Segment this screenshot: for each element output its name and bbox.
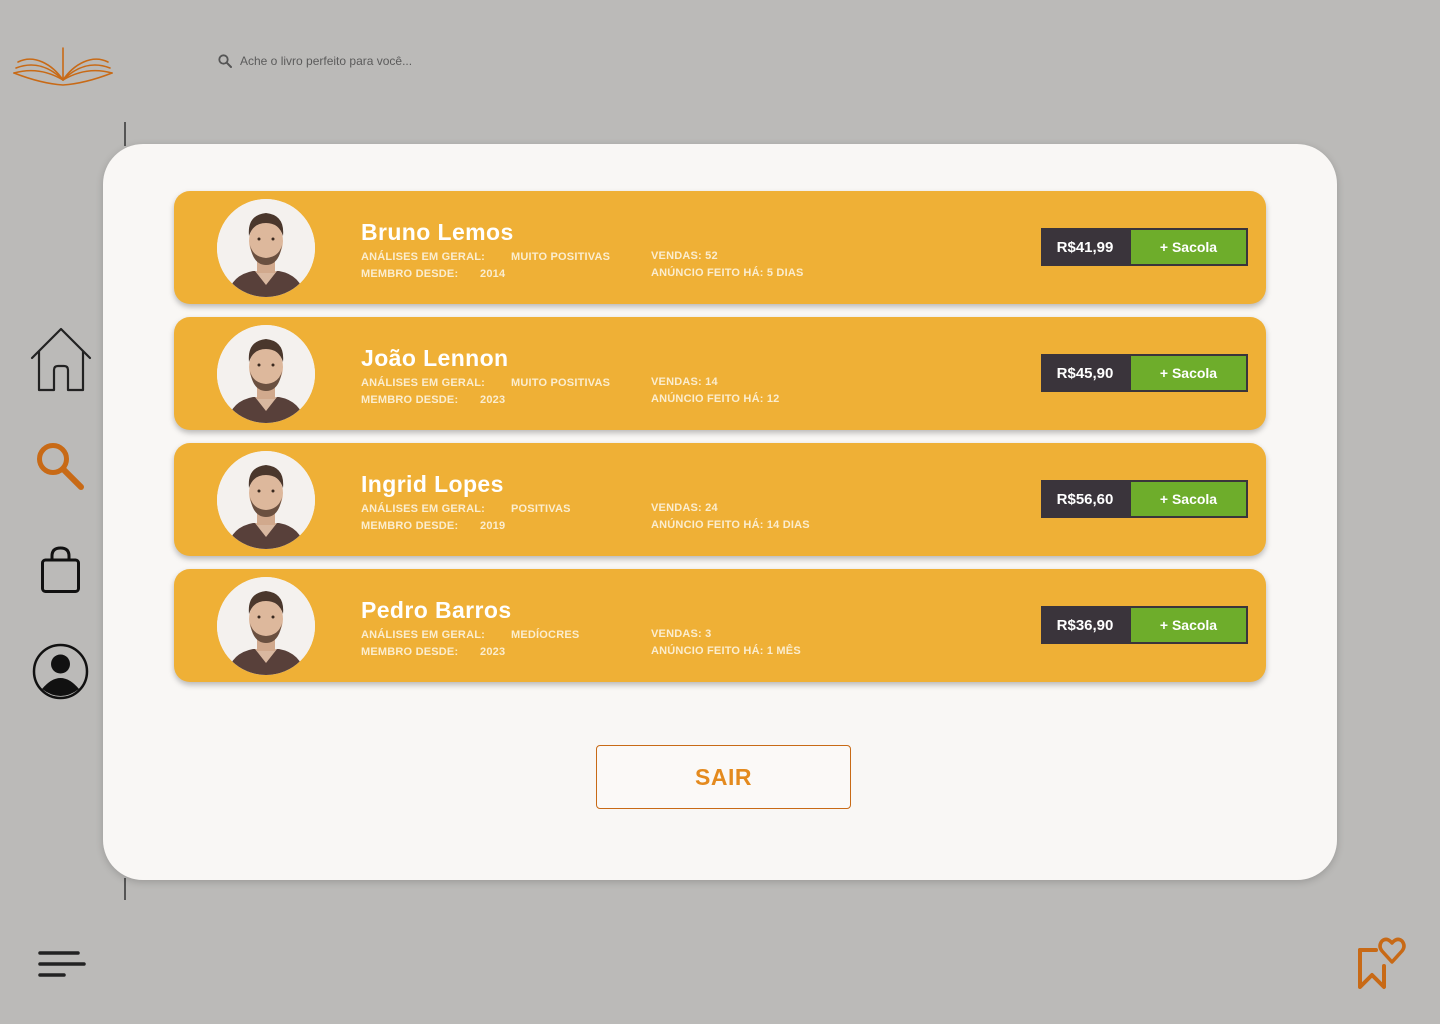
shopping-bag-icon[interactable] bbox=[41, 546, 80, 593]
sales-info: VENDAS: 3 bbox=[651, 628, 712, 640]
member-since-label: MEMBRO DESDE: bbox=[361, 394, 459, 406]
sales-label: VENDAS: bbox=[651, 628, 702, 640]
sellers-panel: Bruno Lemos ANÁLISES EM GERAL: MUITO POS… bbox=[103, 144, 1337, 880]
seller-name: Ingrid Lopes bbox=[361, 471, 504, 497]
price-box: R$36,90 + Sacola bbox=[1041, 606, 1248, 644]
reviews-value: POSITIVAS bbox=[511, 503, 571, 515]
sales-value: 52 bbox=[705, 250, 718, 262]
member-since-value: 2014 bbox=[480, 268, 506, 280]
sales-info: VENDAS: 14 bbox=[651, 376, 718, 388]
search-bar bbox=[218, 53, 542, 69]
seller-card: Pedro Barros ANÁLISES EM GERAL: MEDÍOCRE… bbox=[174, 569, 1266, 682]
member-since-label: MEMBRO DESDE: bbox=[361, 268, 459, 280]
search-icon[interactable] bbox=[35, 441, 85, 491]
ad-age-value: 14 DIAS bbox=[766, 519, 810, 531]
search-input[interactable] bbox=[238, 53, 542, 69]
bookmark-heart-icon[interactable] bbox=[1356, 936, 1408, 990]
add-to-bag-button[interactable]: + Sacola bbox=[1131, 608, 1246, 642]
reviews-label: ANÁLISES EM GERAL: bbox=[361, 377, 485, 389]
ad-age-info: ANÚNCIO FEITO HÁ: 14 DIAS bbox=[651, 519, 810, 531]
member-since-value: 2019 bbox=[480, 520, 506, 532]
price: R$41,99 bbox=[1056, 238, 1114, 256]
open-book-logo[interactable] bbox=[12, 40, 114, 90]
divider-bottom bbox=[124, 878, 126, 900]
price: R$56,60 bbox=[1056, 490, 1114, 508]
seller-card: Bruno Lemos ANÁLISES EM GERAL: MUITO POS… bbox=[174, 191, 1266, 304]
ad-age-value: 1 MÊS bbox=[766, 645, 801, 657]
member-since-value: 2023 bbox=[480, 646, 506, 658]
ad-age-label: ANÚNCIO FEITO HÁ: bbox=[651, 393, 764, 405]
add-to-bag-button[interactable]: + Sacola bbox=[1131, 230, 1246, 264]
ad-age-info: ANÚNCIO FEITO HÁ: 12 bbox=[651, 393, 780, 405]
ad-age-label: ANÚNCIO FEITO HÁ: bbox=[651, 267, 764, 279]
sales-value: 3 bbox=[705, 628, 712, 640]
ad-age-value: 12 bbox=[766, 393, 780, 405]
price: R$45,90 bbox=[1056, 364, 1114, 382]
reviews-label: ANÁLISES EM GERAL: bbox=[361, 629, 485, 641]
seller-card: Ingrid Lopes ANÁLISES EM GERAL: POSITIVA… bbox=[174, 443, 1266, 556]
ad-age-label: ANÚNCIO FEITO HÁ: bbox=[651, 519, 764, 531]
sales-label: VENDAS: bbox=[651, 502, 702, 514]
divider-top bbox=[124, 122, 126, 146]
menu-icon[interactable] bbox=[38, 950, 86, 978]
ad-age-value: 5 DIAS bbox=[766, 267, 804, 279]
member-since-label: MEMBRO DESDE: bbox=[361, 646, 459, 658]
seller-name: Bruno Lemos bbox=[361, 219, 514, 245]
seller-card: João Lennon ANÁLISES EM GERAL: MUITO POS… bbox=[174, 317, 1266, 430]
seller-avatar bbox=[217, 199, 315, 297]
sales-value: 24 bbox=[705, 502, 718, 514]
reviews-value: MEDÍOCRES bbox=[511, 629, 580, 641]
sales-label: VENDAS: bbox=[651, 376, 702, 388]
seller-name: João Lennon bbox=[361, 345, 509, 371]
sales-value: 14 bbox=[705, 376, 718, 388]
add-to-bag-button[interactable]: + Sacola bbox=[1131, 482, 1246, 516]
reviews-label: ANÁLISES EM GERAL: bbox=[361, 503, 485, 515]
sales-info: VENDAS: 52 bbox=[651, 250, 718, 262]
user-icon[interactable] bbox=[32, 643, 89, 700]
reviews-value: MUITO POSITIVAS bbox=[511, 251, 611, 263]
price-box: R$56,60 + Sacola bbox=[1041, 480, 1248, 518]
ad-age-info: ANÚNCIO FEITO HÁ: 5 DIAS bbox=[651, 267, 804, 279]
add-to-bag-button[interactable]: + Sacola bbox=[1131, 356, 1246, 390]
seller-avatar bbox=[217, 577, 315, 675]
price-box: R$41,99 + Sacola bbox=[1041, 228, 1248, 266]
member-since-label: MEMBRO DESDE: bbox=[361, 520, 459, 532]
sales-info: VENDAS: 24 bbox=[651, 502, 718, 514]
reviews-label: ANÁLISES EM GERAL: bbox=[361, 251, 485, 263]
price: R$36,90 bbox=[1056, 616, 1114, 634]
price-box: R$45,90 + Sacola bbox=[1041, 354, 1248, 392]
ad-age-info: ANÚNCIO FEITO HÁ: 1 MÊS bbox=[651, 645, 801, 657]
home-icon[interactable] bbox=[28, 326, 94, 392]
seller-name: Pedro Barros bbox=[361, 597, 512, 623]
search-icon bbox=[218, 54, 232, 68]
seller-avatar bbox=[217, 325, 315, 423]
reviews-value: MUITO POSITIVAS bbox=[511, 377, 611, 389]
exit-button[interactable]: SAIR bbox=[596, 745, 851, 809]
seller-avatar bbox=[217, 451, 315, 549]
ad-age-label: ANÚNCIO FEITO HÁ: bbox=[651, 645, 764, 657]
sales-label: VENDAS: bbox=[651, 250, 702, 262]
member-since-value: 2023 bbox=[480, 394, 506, 406]
